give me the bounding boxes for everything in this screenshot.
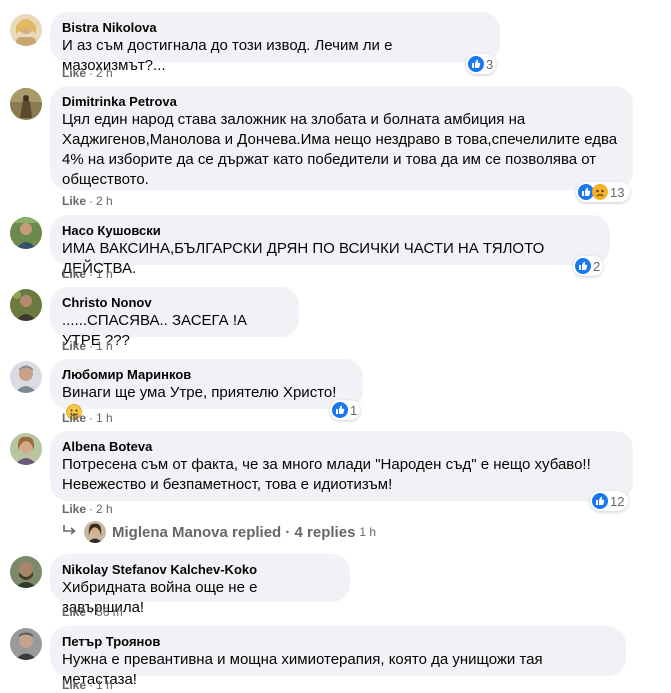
comment-text-content: Винаги ще ума Утре, приятелю Христо! bbox=[62, 384, 337, 401]
comment-text: Нужна е превантивна и мощна химиотерапия… bbox=[62, 651, 543, 688]
avatar[interactable] bbox=[10, 289, 42, 321]
reaction-count-text: 13 bbox=[610, 184, 625, 200]
view-replies-link[interactable]: Miglena Manova replied · 4 replies 1 h bbox=[62, 520, 376, 544]
avatar bbox=[84, 521, 106, 543]
like-button[interactable]: Like bbox=[62, 194, 86, 208]
comment-bubble: Dimitrinka Petrova Цял един народ става … bbox=[50, 86, 633, 190]
reply-arrow-icon bbox=[62, 522, 78, 542]
like-reaction-icon bbox=[468, 56, 484, 72]
comment-bubble: Albena Boteva Потресена съм от факта, че… bbox=[50, 431, 633, 501]
reaction-count[interactable]: 2 bbox=[573, 256, 603, 276]
comment-author[interactable]: Nikolay Stefanov Kalchev-Koko bbox=[62, 562, 338, 578]
avatar[interactable] bbox=[10, 433, 42, 465]
comment-text: Цял един народ става заложник на злобата… bbox=[62, 111, 618, 188]
comment-text: ИМА ВАКСИНА,БЪЛГАРСКИ ДРЯН ПО ВСИЧКИ ЧАС… bbox=[62, 240, 545, 277]
like-button[interactable]: Like bbox=[62, 605, 86, 619]
avatar[interactable] bbox=[10, 217, 42, 249]
comment-meta: Like · 1 h bbox=[62, 410, 113, 426]
comment-meta: Like · 1 h bbox=[62, 266, 113, 282]
comment-meta: Like · 2 h bbox=[62, 501, 113, 517]
reaction-count-text: 2 bbox=[593, 258, 601, 274]
like-button[interactable]: Like bbox=[62, 502, 86, 516]
like-reaction-icon bbox=[332, 402, 348, 418]
reaction-count[interactable]: 3 bbox=[466, 54, 496, 74]
comment-bubble: Nikolay Stefanov Kalchev-Koko Хибридната… bbox=[50, 554, 350, 616]
avatar[interactable] bbox=[10, 361, 42, 393]
reaction-count[interactable]: 12 bbox=[590, 491, 628, 511]
replies-time: 1 h bbox=[359, 525, 377, 539]
comment-time[interactable]: 1 h bbox=[96, 339, 113, 353]
comment-meta: Like · 56 m bbox=[62, 604, 123, 620]
like-button[interactable]: Like bbox=[62, 339, 86, 353]
comment-bubble: Насо Кушовски ИМА ВАКСИНА,БЪЛГАРСКИ ДРЯН… bbox=[50, 215, 610, 277]
avatar[interactable] bbox=[10, 556, 42, 588]
separator: · bbox=[89, 267, 94, 281]
comment-text: Потресена съм от факта, че за много млад… bbox=[62, 456, 591, 493]
comment-bubble: Петър Троянов Нужна е превантивна и мощн… bbox=[50, 626, 626, 688]
comment-meta: Like · 2 h bbox=[62, 65, 113, 81]
comment-time[interactable]: 2 h bbox=[96, 502, 113, 516]
comment-author[interactable]: Albena Boteva bbox=[62, 439, 621, 455]
replies-label[interactable]: Miglena Manova replied · 4 replies bbox=[112, 524, 355, 541]
reaction-count[interactable]: 1 bbox=[330, 400, 360, 420]
comment-time[interactable]: 1 h bbox=[96, 267, 113, 281]
like-button[interactable]: Like bbox=[62, 66, 86, 80]
comment-text: И аз съм достигнала до този извод. Лечим… bbox=[62, 37, 393, 74]
comment-bubble: Bistra Nikolova И аз съм достигнала до т… bbox=[50, 12, 500, 74]
reaction-count-text: 1 bbox=[350, 402, 358, 418]
like-reaction-icon bbox=[575, 258, 591, 274]
like-button[interactable]: Like bbox=[62, 678, 86, 692]
like-reaction-icon bbox=[592, 493, 608, 509]
comment-time[interactable]: 56 m bbox=[96, 605, 123, 619]
avatar[interactable] bbox=[10, 14, 42, 46]
comment-time[interactable]: 2 h bbox=[96, 194, 113, 208]
comment-author[interactable]: Christo Nonov bbox=[62, 295, 287, 311]
comment-author[interactable]: Bistra Nikolova bbox=[62, 20, 488, 36]
separator: · bbox=[89, 339, 94, 353]
like-button[interactable]: Like bbox=[62, 267, 86, 281]
comment-time[interactable]: 1 h bbox=[96, 678, 113, 692]
separator: · bbox=[89, 502, 94, 516]
comment-author[interactable]: Насо Кушовски bbox=[62, 223, 598, 239]
comment-time[interactable]: 1 h bbox=[96, 411, 113, 425]
comment-bubble: Любомир Маринков Винаги ще ума Утре, при… bbox=[50, 359, 363, 420]
separator: · bbox=[89, 411, 94, 425]
like-button[interactable]: Like bbox=[62, 411, 86, 425]
comment-author[interactable]: Петър Троянов bbox=[62, 634, 614, 650]
reaction-count-text: 3 bbox=[486, 56, 494, 72]
reaction-count-text: 12 bbox=[610, 493, 625, 509]
avatar[interactable] bbox=[10, 628, 42, 660]
reaction-count[interactable]: 13 bbox=[576, 182, 630, 202]
avatar[interactable] bbox=[10, 88, 42, 120]
separator: · bbox=[89, 194, 94, 208]
comment-time[interactable]: 2 h bbox=[96, 66, 113, 80]
separator: · bbox=[89, 678, 94, 692]
comment-meta: Like · 2 h bbox=[62, 193, 113, 209]
sad-reaction-icon bbox=[592, 184, 608, 200]
comment-author[interactable]: Dimitrinka Petrova bbox=[62, 94, 621, 110]
comment-author[interactable]: Любомир Маринков bbox=[62, 367, 351, 383]
separator: · bbox=[89, 605, 94, 619]
separator: · bbox=[89, 66, 94, 80]
comment-meta: Like · 1 h bbox=[62, 338, 113, 354]
comment-bubble: Christo Nonov ......СПАСЯВА.. ЗАСЕГА !А … bbox=[50, 287, 299, 349]
